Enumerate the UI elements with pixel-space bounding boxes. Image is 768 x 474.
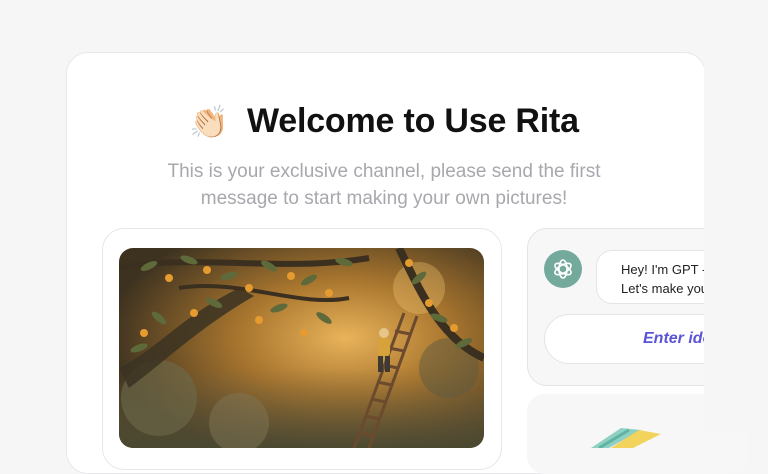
example-picture[interactable] <box>119 248 484 448</box>
subtitle-line-1: This is your exclusive channel, please s… <box>167 161 601 182</box>
page-title: Welcome to Use Rita <box>246 102 579 140</box>
pencils-illustration <box>591 428 661 448</box>
subtitle-line-2: message to start making your own picture… <box>200 188 568 209</box>
welcome-subtitle: This is your exclusive channel, please s… <box>0 158 768 212</box>
olive-tree-ladder-image <box>119 248 484 448</box>
openai-logo-glyph <box>554 259 572 279</box>
viewport-edge <box>704 0 768 432</box>
clapping-hands-icon: 👏🏻 <box>189 102 229 141</box>
openai-logo-icon <box>544 250 582 288</box>
welcome-header: 👏🏻 Welcome to Use Rita <box>0 102 768 141</box>
enter-idea-label: Enter ide <box>643 330 712 347</box>
